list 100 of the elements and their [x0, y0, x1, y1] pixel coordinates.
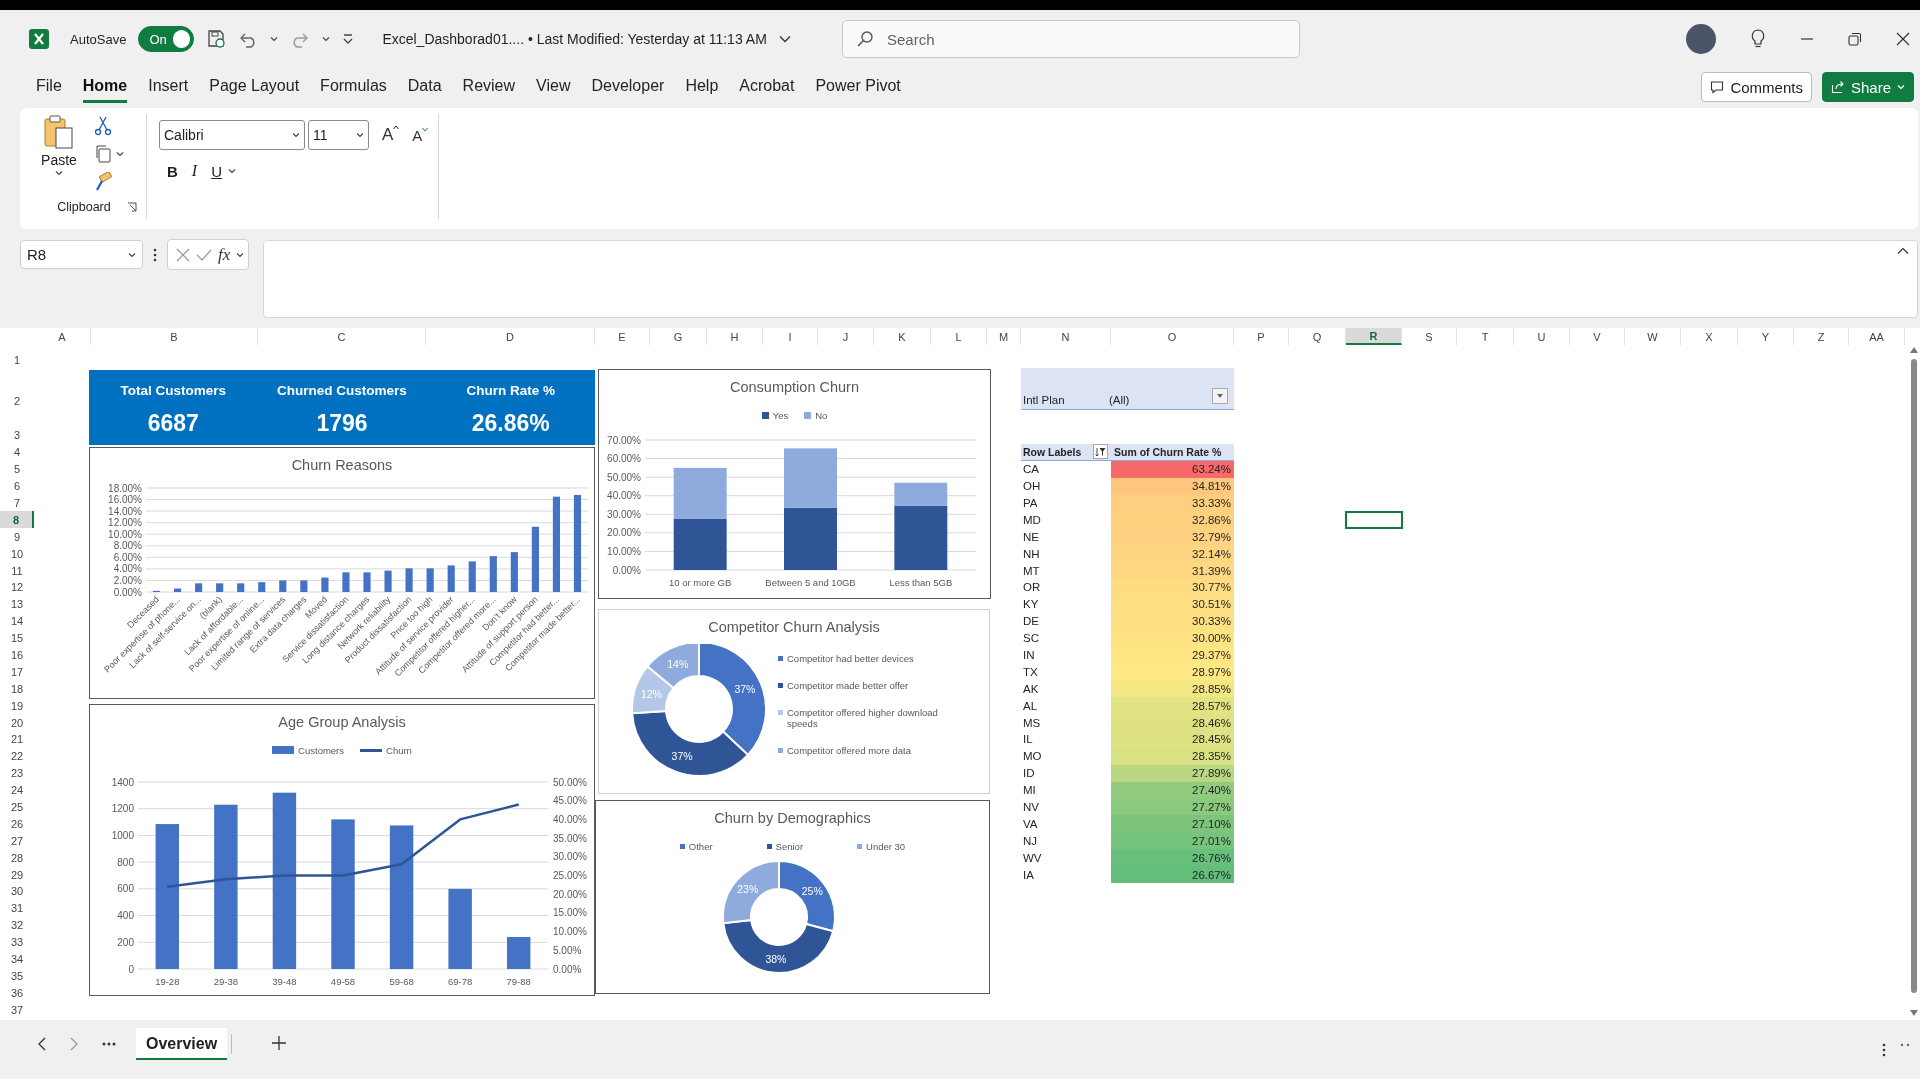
share-button[interactable]: Share	[1821, 72, 1914, 102]
more-options-icon[interactable]	[153, 247, 157, 262]
row-header[interactable]: 22	[0, 747, 34, 765]
menu-tab[interactable]: Data	[407, 71, 442, 103]
scroll-down-icon[interactable]	[1910, 1010, 1918, 1016]
row-header[interactable]: 24	[0, 781, 34, 799]
row-header[interactable]: 35	[0, 967, 34, 985]
name-box[interactable]: R8	[20, 240, 143, 269]
row-header[interactable]: 33	[0, 933, 34, 951]
row-header[interactable]: 29	[0, 866, 34, 884]
more-options-icon[interactable]	[1882, 1043, 1886, 1057]
collapse-icon[interactable]	[1897, 247, 1909, 255]
menu-tab[interactable]: Review	[462, 71, 516, 103]
shrink-font-button[interactable]: A	[412, 126, 429, 144]
row-header[interactable]: 6	[0, 477, 34, 495]
bold-button[interactable]: B	[167, 162, 178, 180]
row-header[interactable]: 36	[0, 984, 34, 1002]
row-header[interactable]: 7	[0, 494, 34, 512]
caret-icon[interactable]	[356, 132, 364, 138]
row-header[interactable]: 28	[0, 849, 34, 867]
row-header[interactable]: 18	[0, 680, 34, 698]
autosave-toggle[interactable]: On	[138, 26, 195, 52]
row-header[interactable]: 27	[0, 832, 34, 850]
sheet-tab[interactable]: Overview	[136, 1028, 228, 1060]
scrollbar-thumb[interactable]	[1911, 359, 1917, 993]
selected-cell[interactable]	[1345, 510, 1403, 530]
row-header[interactable]: 34	[0, 950, 34, 968]
enter-icon[interactable]	[196, 247, 212, 262]
row-header[interactable]: 2	[0, 375, 34, 427]
scroll-up-icon[interactable]	[1910, 347, 1918, 353]
close-icon[interactable]	[1896, 32, 1910, 46]
row-header[interactable]: 26	[0, 815, 34, 833]
font-dropdown[interactable]: Calibri	[159, 120, 305, 150]
restore-icon[interactable]	[1848, 32, 1862, 46]
italic-button[interactable]: I	[191, 162, 198, 180]
caret-icon[interactable]	[116, 151, 124, 157]
menu-tab[interactable]: Acrobat	[739, 71, 795, 103]
caret-icon[interactable]	[128, 251, 136, 258]
column-header[interactable]: R	[1346, 328, 1402, 345]
row-header[interactable]: 21	[0, 731, 34, 748]
comments-button[interactable]: Comments	[1701, 72, 1812, 102]
format-painter-icon[interactable]	[94, 172, 112, 192]
row-header[interactable]: 10	[0, 545, 34, 563]
add-sheet-icon[interactable]	[272, 1036, 287, 1050]
font-size-dropdown[interactable]: 11	[308, 120, 369, 150]
row-header[interactable]: 30	[0, 883, 34, 900]
row-header[interactable]: 23	[0, 764, 34, 782]
caret-icon[interactable]	[236, 251, 245, 258]
copy-button[interactable]	[94, 144, 124, 164]
menu-tab[interactable]: View	[536, 71, 571, 103]
paste-button[interactable]: Paste	[36, 114, 82, 200]
caret-icon[interactable]	[228, 168, 236, 174]
row-header[interactable]: 13	[0, 595, 34, 613]
menu-tab[interactable]: Home	[82, 71, 128, 103]
row-header[interactable]: 31	[0, 899, 34, 917]
row-header[interactable]: 1	[0, 345, 34, 375]
row-header[interactable]: 37	[0, 1001, 34, 1019]
menu-tab[interactable]: Formulas	[320, 71, 387, 103]
menu-tab[interactable]: Developer	[591, 71, 665, 103]
caret-icon[interactable]	[322, 36, 331, 42]
caret-icon[interactable]	[55, 170, 63, 176]
menu-tab[interactable]: Page Layout	[209, 71, 300, 103]
row-header[interactable]: 5	[0, 460, 34, 478]
save-icon[interactable]	[206, 29, 227, 49]
menu-tab[interactable]: Help	[685, 71, 719, 103]
chevron-down-icon[interactable]	[778, 35, 791, 43]
caret-icon[interactable]	[292, 132, 300, 138]
menu-tab[interactable]: File	[36, 71, 62, 103]
row-header[interactable]: 14	[0, 612, 34, 630]
scissors-icon[interactable]	[94, 116, 112, 136]
cancel-icon[interactable]	[176, 247, 190, 262]
dialog-launcher-icon[interactable]	[126, 202, 137, 212]
row-header[interactable]: 9	[0, 528, 34, 546]
previous-sheet-icon[interactable]	[38, 1037, 46, 1051]
sort-filter-button[interactable]	[1093, 444, 1108, 460]
filter-dropdown[interactable]	[1212, 388, 1228, 404]
row-header[interactable]: 16	[0, 646, 34, 664]
insert-function-button[interactable]: fx	[218, 244, 231, 265]
grow-font-button[interactable]: A	[382, 125, 400, 145]
row-header[interactable]: 20	[0, 714, 34, 732]
row-header[interactable]: 4	[0, 443, 34, 461]
row-header[interactable]: 17	[0, 663, 34, 681]
caret-icon[interactable]	[270, 36, 279, 42]
avatar[interactable]	[1686, 24, 1716, 54]
row-header[interactable]: 12	[0, 579, 34, 596]
row-header[interactable]: 25	[0, 798, 34, 816]
resize-handle-icon[interactable]	[1900, 1043, 1910, 1047]
underline-button[interactable]: U	[211, 162, 222, 180]
row-header[interactable]: 15	[0, 629, 34, 647]
formula-input[interactable]	[263, 240, 1918, 318]
search-field[interactable]: Search	[842, 20, 1300, 58]
row-header[interactable]: 3	[0, 427, 34, 444]
more-sheets-icon[interactable]	[102, 1042, 116, 1046]
customize-icon[interactable]	[342, 33, 355, 45]
menu-tab[interactable]: Insert	[148, 71, 189, 103]
menu-tab[interactable]: Power Pivot	[815, 71, 901, 103]
lightbulb-icon[interactable]	[1750, 29, 1766, 49]
row-header[interactable]: 11	[0, 562, 34, 579]
row-header[interactable]: 32	[0, 916, 34, 934]
row-header[interactable]: 8	[0, 511, 34, 529]
